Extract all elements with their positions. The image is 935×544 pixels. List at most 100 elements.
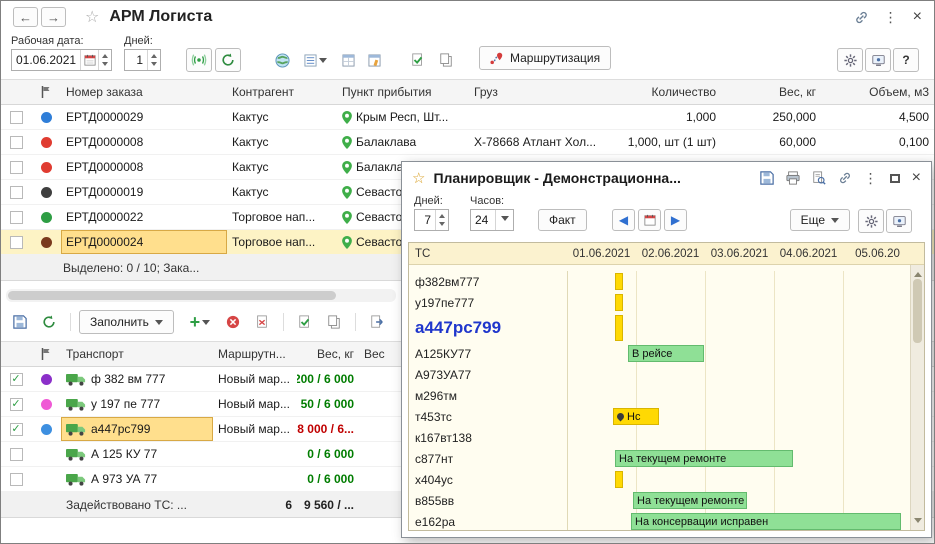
gantt-vehicle-name[interactable]: у197пе777: [409, 296, 567, 310]
back-button[interactable]: ←: [13, 7, 38, 27]
gantt-bar[interactable]: [615, 273, 623, 290]
add-button[interactable]: +: [183, 310, 217, 334]
transport-weight[interactable]: 50 / 6 000: [297, 392, 359, 416]
date-spinner[interactable]: [98, 50, 111, 70]
order-destination[interactable]: Балаклава: [356, 135, 416, 149]
maximize-icon[interactable]: [890, 174, 900, 183]
gantt-vehicle-name[interactable]: а447рс799: [409, 318, 567, 338]
copy-transport-button[interactable]: [321, 310, 347, 334]
transport-name[interactable]: ф 382 вм 777: [91, 372, 165, 386]
close-icon[interactable]: ×: [912, 170, 921, 186]
order-contractor[interactable]: Кактус: [227, 130, 337, 154]
order-contractor[interactable]: Торговое нап...: [227, 205, 337, 229]
goto-date-button[interactable]: [638, 209, 661, 231]
gantt-vehicle-name[interactable]: е162ра: [409, 515, 567, 529]
order-qty[interactable]: 1,000: [607, 105, 721, 129]
gantt-vehicle-name[interactable]: т453тс: [409, 410, 567, 424]
gantt-bar[interactable]: На текущем ремонте: [615, 450, 793, 467]
col-header-destination[interactable]: Пункт прибытия: [337, 80, 469, 104]
routing-button[interactable]: Маршрутизация: [479, 46, 611, 70]
check-orders-button[interactable]: [405, 48, 431, 72]
more-menu-icon[interactable]: ⋮: [884, 9, 898, 26]
scrollbar-thumb[interactable]: [913, 279, 922, 343]
transport-checkbox[interactable]: [10, 448, 23, 461]
work-date-value[interactable]: 01.06.2021: [12, 50, 80, 70]
col-header-transport[interactable]: Транспорт: [61, 342, 213, 366]
transport-checkbox[interactable]: ✓: [10, 398, 23, 411]
orders-horizontal-scrollbar[interactable]: [6, 289, 396, 302]
gantt-bar[interactable]: На консервации исправен: [631, 513, 901, 530]
order-checkbox[interactable]: [10, 136, 23, 149]
order-checkbox[interactable]: [10, 186, 23, 199]
order-cargo[interactable]: [469, 105, 607, 129]
col-header-cargo[interactable]: Груз: [469, 80, 607, 104]
scroll-down-icon[interactable]: [914, 518, 922, 527]
order-number[interactable]: ЕРТД0000019: [61, 180, 227, 204]
gantt-vehicle-name[interactable]: ф382вм777: [409, 275, 567, 289]
gantt-track[interactable]: На текущем ремонте: [567, 448, 910, 469]
days-value[interactable]: 1: [125, 50, 147, 70]
order-contractor[interactable]: Кактус: [227, 180, 337, 204]
transport-route[interactable]: [213, 467, 297, 491]
order-number-focused[interactable]: ЕРТД0000024: [61, 230, 227, 254]
help-button[interactable]: ?: [893, 48, 919, 72]
gantt-track[interactable]: На консервации исправен: [567, 511, 910, 530]
order-cargo[interactable]: Х-78668 Атлант Хол...: [469, 130, 607, 154]
planner-settings-button[interactable]: [858, 209, 884, 233]
close-route-sheet-button[interactable]: [249, 310, 275, 334]
gantt-row[interactable]: а447рс799: [409, 313, 910, 343]
fill-button[interactable]: Заполнить: [79, 310, 174, 334]
planner-hours-value[interactable]: 24: [471, 210, 495, 230]
order-checkbox[interactable]: [10, 161, 23, 174]
transport-checkbox[interactable]: ✓: [10, 423, 23, 436]
refresh-transport-button[interactable]: [36, 310, 62, 334]
table-view-button[interactable]: [335, 48, 361, 72]
gantt-vehicle-name[interactable]: А125КУ77: [409, 347, 567, 361]
list-menu-button[interactable]: [298, 48, 332, 72]
col-header-weight[interactable]: Вес, кг: [721, 80, 821, 104]
transport-route[interactable]: Новый мар...: [213, 417, 297, 441]
col-header-contractor[interactable]: Контрагент: [227, 80, 337, 104]
gantt-vehicle-name[interactable]: м296тм: [409, 389, 567, 403]
preview-icon[interactable]: [812, 171, 826, 185]
order-row[interactable]: ЕРТД0000029 Кактус Крым Респ, Шт... 1,00…: [1, 105, 934, 130]
calendar-icon[interactable]: [80, 50, 98, 70]
gantt-track[interactable]: [567, 364, 910, 385]
forward-button[interactable]: →: [41, 7, 66, 27]
gantt-vehicle-name[interactable]: с877нт: [409, 452, 567, 466]
transport-checkbox[interactable]: ✓: [10, 373, 23, 386]
planner-days-field[interactable]: 7: [414, 209, 449, 231]
transport-name[interactable]: у 197 пе 777: [91, 397, 160, 411]
form-settings-button[interactable]: [865, 48, 891, 72]
get-link-icon[interactable]: [854, 10, 869, 25]
more-menu-icon[interactable]: ⋮: [864, 170, 878, 187]
order-number[interactable]: ЕРТД0000008: [61, 130, 227, 154]
col-header-qty[interactable]: Количество: [607, 80, 721, 104]
order-checkbox[interactable]: [10, 236, 23, 249]
order-volume[interactable]: 4,500: [821, 105, 934, 129]
col-header-number[interactable]: Номер заказа: [61, 80, 227, 104]
transport-route[interactable]: Новый мар...: [213, 392, 297, 416]
gantt-track[interactable]: Нс: [567, 406, 910, 427]
gantt-track[interactable]: [567, 385, 910, 406]
gantt-vehicle-name[interactable]: А973УА77: [409, 368, 567, 382]
order-row[interactable]: ЕРТД0000008 Кактус Балаклава Х-78668 Атл…: [1, 130, 934, 155]
order-contractor[interactable]: Кактус: [227, 105, 337, 129]
gantt-row[interactable]: е162ра На консервации исправен: [409, 511, 910, 530]
print-icon[interactable]: [786, 171, 800, 185]
gantt-row[interactable]: с877нт На текущем ремонте: [409, 448, 910, 469]
gantt-bar[interactable]: [615, 315, 623, 341]
gantt-row[interactable]: т453тсНс: [409, 406, 910, 427]
order-weight[interactable]: 60,000: [721, 130, 821, 154]
save-icon[interactable]: [760, 171, 774, 185]
order-number[interactable]: ЕРТД0000008: [61, 155, 227, 179]
gantt-track[interactable]: [567, 292, 910, 313]
table-edit-button[interactable]: [361, 48, 387, 72]
map-button[interactable]: [269, 48, 295, 72]
favorite-star-icon[interactable]: ☆: [85, 7, 99, 27]
transport-route[interactable]: Новый мар...: [213, 367, 297, 391]
order-qty[interactable]: 1,000, шт (1 шт): [607, 130, 721, 154]
fact-button[interactable]: Факт: [538, 209, 587, 231]
transport-name[interactable]: А 125 КУ 77: [91, 447, 157, 461]
planner-days-value[interactable]: 7: [415, 210, 435, 230]
